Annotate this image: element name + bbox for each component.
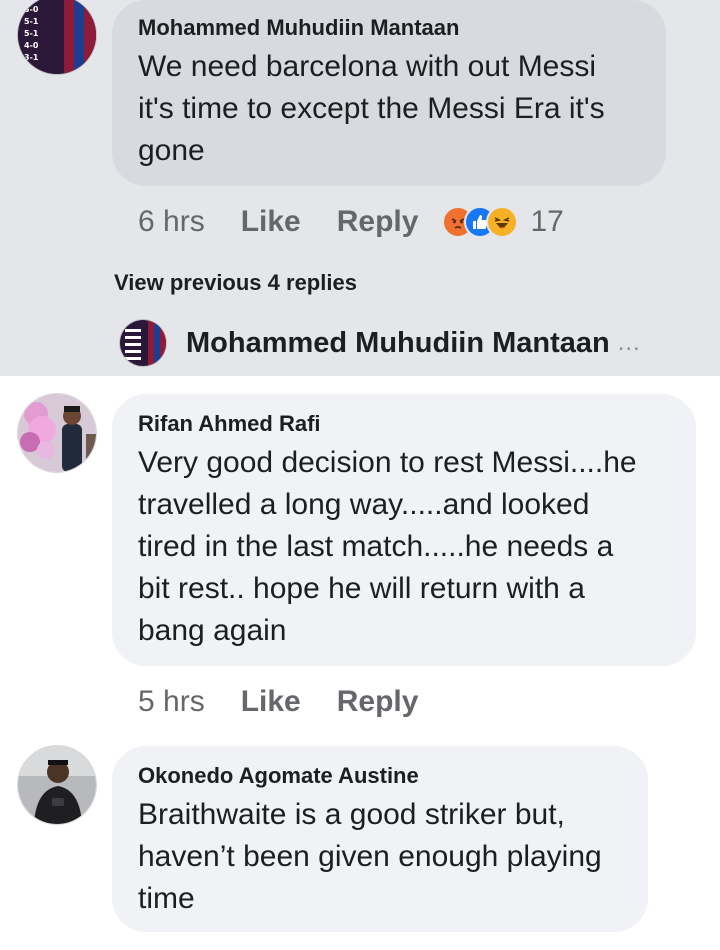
comment-text: Braithwaite is a good striker but, haven… [138, 798, 602, 915]
comment-time: 5 hrs [138, 685, 205, 718]
svg-text:5-1: 5-1 [24, 17, 39, 26]
reply-button[interactable]: Reply [337, 205, 419, 239]
avatar[interactable] [18, 746, 96, 824]
svg-text:4-0: 4-0 [24, 41, 39, 50]
comment-time: 6 hrs [138, 205, 205, 238]
svg-text:5-1: 5-1 [24, 29, 39, 38]
more-options-icon[interactable]: ... [618, 329, 641, 357]
scoreboard-avatar-image [120, 320, 166, 366]
comment-text: Very good decision to rest Messi....he t… [138, 446, 637, 647]
comment-text: We need barcelona with out Messi it's ti… [138, 50, 605, 167]
view-previous-replies-link[interactable]: View previous 4 replies [114, 270, 357, 296]
comment-author[interactable]: Rifan Ahmed Rafi [138, 412, 672, 436]
comment-bubble: Rifan Ahmed Rafi Very good decision to r… [112, 394, 696, 666]
haha-reaction-icon [486, 206, 519, 238]
comment-bubble: Mohammed Muhudiin Mantaan We need barcel… [112, 0, 666, 186]
comment-author[interactable]: Okonedo Agomate Austine [138, 764, 624, 788]
reactions[interactable] [442, 206, 519, 238]
profile-photo [18, 746, 96, 824]
comment-author[interactable]: Mohammed Muhudiin Mantaan [138, 16, 642, 40]
comment-bubble: Okonedo Agomate Austine Braithwaite is a… [112, 746, 648, 932]
comment-meta: 6 hrs Like Reply 17 [138, 200, 564, 244]
reply-author[interactable]: Mohammed Muhudiin Mantaan [186, 327, 610, 360]
like-button[interactable]: Like [241, 685, 301, 719]
comment-meta: 5 hrs Like Reply [138, 680, 454, 724]
profile-photo [18, 394, 96, 472]
reply-preview[interactable]: Mohammed Muhudiin Mantaan ... [120, 320, 641, 366]
reaction-count[interactable]: 17 [530, 205, 563, 239]
avatar [120, 320, 166, 366]
reply-button[interactable]: Reply [337, 685, 419, 719]
like-button[interactable]: Like [241, 205, 301, 239]
avatar[interactable] [18, 394, 96, 472]
